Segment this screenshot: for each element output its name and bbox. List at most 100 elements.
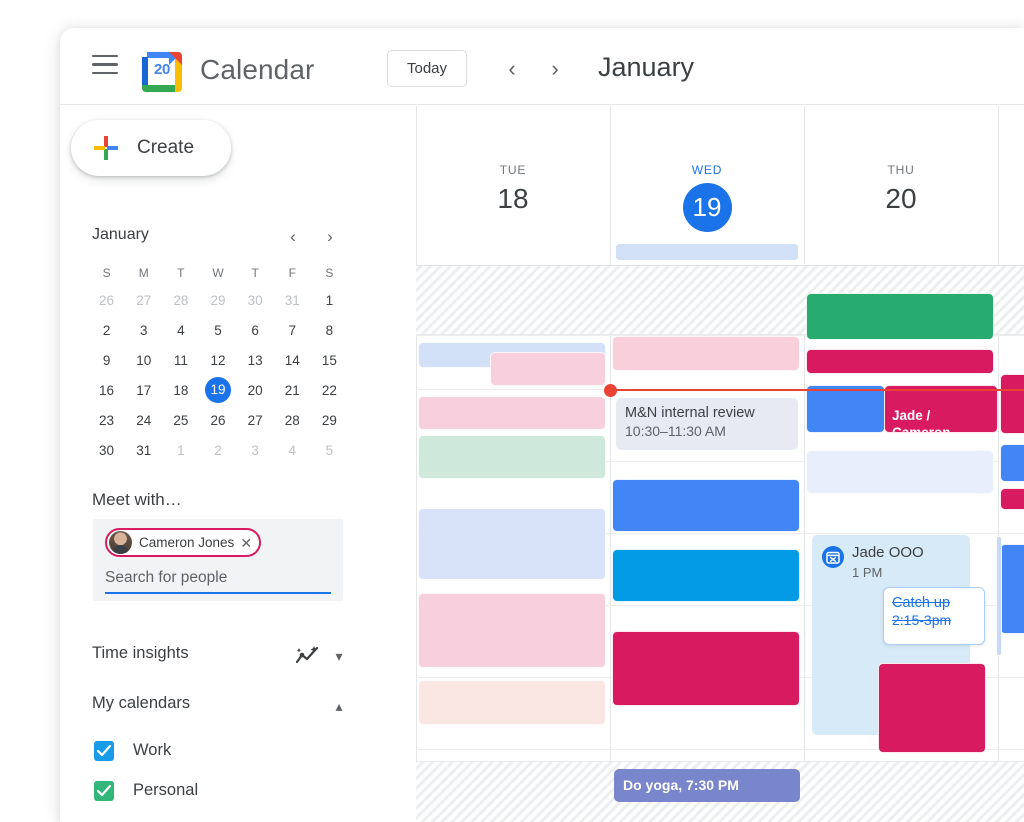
event-block[interactable] [1000, 488, 1024, 510]
event-block[interactable] [806, 450, 994, 494]
all-day-event-chip[interactable] [616, 244, 798, 260]
event-time: 1 PM [852, 565, 883, 580]
event-block[interactable] [418, 435, 606, 479]
mini-calendar-day[interactable]: 31 [274, 285, 311, 315]
event-block[interactable] [612, 631, 800, 706]
mini-calendar-day[interactable]: 17 [125, 375, 162, 405]
day-number: 18 [497, 183, 529, 214]
mini-calendar-day[interactable]: 25 [162, 405, 199, 435]
hamburger-menu-icon[interactable] [92, 55, 118, 75]
event-do-yoga[interactable]: Do yoga, 7:30 PM [614, 769, 800, 802]
event-time: 2:15-3pm [892, 612, 952, 628]
mini-calendar-next-icon[interactable]: › [317, 224, 343, 250]
mini-calendar-grid: S M T W T F S 26 27 28 29 30 31 1 2 3 4 5 6 7 8 9 10 11 12 13 14 15… [88, 261, 348, 465]
event-block[interactable] [612, 336, 800, 371]
event-block[interactable] [1000, 544, 1024, 634]
today-button[interactable]: Today [387, 50, 468, 87]
time-insights-label: Time insights [92, 644, 189, 662]
event-block[interactable] [490, 352, 606, 386]
event-jade-cameron[interactable]: Jade / Cameron [884, 385, 998, 433]
event-block[interactable] [418, 508, 606, 580]
mini-calendar-day[interactable]: 30 [237, 285, 274, 315]
mini-calendar-day[interactable]: 13 [237, 345, 274, 375]
checkbox-checked-icon[interactable] [94, 781, 114, 801]
search-for-people-input[interactable] [105, 564, 331, 594]
mini-calendar-day[interactable]: 28 [274, 405, 311, 435]
mini-calendar-weekday: W [212, 266, 224, 280]
checkbox-checked-icon[interactable] [94, 741, 114, 761]
event-block[interactable] [806, 349, 994, 374]
mini-calendar-day[interactable]: 27 [237, 405, 274, 435]
chevron-up-icon[interactable]: ▴ [328, 696, 350, 718]
day-of-week-label: WED [691, 163, 723, 177]
mini-calendar-day[interactable]: 22 [311, 375, 348, 405]
mini-calendar-prev-icon[interactable]: ‹ [280, 224, 306, 250]
calendar-icon-day: 20 [154, 61, 170, 78]
event-title: Catch up [892, 595, 951, 611]
mini-calendar-day[interactable]: 8 [311, 315, 348, 345]
mini-calendar-day[interactable]: 1 [311, 285, 348, 315]
mini-calendar-day[interactable]: 14 [274, 345, 311, 375]
event-title: Jade OOO [852, 544, 924, 561]
mini-calendar-day[interactable]: 27 [125, 285, 162, 315]
mini-calendar-day[interactable]: 30 [88, 435, 125, 465]
day-header-thu[interactable]: THU 20 [804, 106, 998, 215]
event-mn-internal-review[interactable]: M&N internal review 10:30–11:30 AM [616, 398, 798, 450]
mini-calendar-day[interactable]: 28 [162, 285, 199, 315]
mini-calendar-day[interactable]: 15 [311, 345, 348, 375]
calendar-item-personal[interactable]: Personal [94, 778, 314, 808]
create-button[interactable]: Create [71, 120, 231, 176]
calendar-item-work[interactable]: Work [94, 738, 314, 768]
event-title: Do yoga, 7:30 PM [623, 777, 739, 793]
mini-calendar-day[interactable]: 1 [162, 435, 199, 465]
mini-calendar-day[interactable]: 21 [274, 375, 311, 405]
chevron-left-icon[interactable]: ‹ [497, 54, 527, 84]
mini-calendar-day[interactable]: 29 [311, 405, 348, 435]
mini-calendar-day[interactable]: 24 [125, 405, 162, 435]
event-block[interactable] [612, 549, 800, 602]
mini-calendar-day[interactable]: 4 [162, 315, 199, 345]
event-block[interactable] [878, 663, 986, 753]
mini-calendar-day[interactable]: 3 [237, 435, 274, 465]
mini-calendar-day[interactable]: 5 [199, 315, 236, 345]
close-icon[interactable]: ✕ [240, 536, 252, 550]
mini-calendar-day[interactable]: 20 [237, 375, 274, 405]
day-header-wed[interactable]: WED 19 [610, 106, 804, 232]
event-block[interactable] [612, 479, 800, 532]
chevron-down-icon[interactable]: ▾ [328, 646, 350, 668]
mini-calendar-day[interactable]: 26 [88, 285, 125, 315]
mini-calendar-day[interactable]: 4 [274, 435, 311, 465]
mini-calendar-day[interactable]: 16 [88, 375, 125, 405]
person-chip-cameron-jones[interactable]: Cameron Jones ✕ [105, 528, 262, 557]
event-block[interactable] [418, 680, 606, 725]
mini-calendar-day[interactable]: 7 [274, 315, 311, 345]
event-block[interactable] [806, 385, 885, 433]
mini-calendar-day[interactable]: 2 [199, 435, 236, 465]
mini-calendar-day[interactable]: 29 [199, 285, 236, 315]
mini-calendar-day[interactable]: 12 [199, 345, 236, 375]
mini-calendar-day[interactable]: 9 [88, 345, 125, 375]
mini-calendar-day[interactable]: 5 [311, 435, 348, 465]
event-block[interactable] [418, 593, 606, 668]
event-block[interactable] [806, 293, 994, 340]
day-header-tue[interactable]: TUE 18 [416, 106, 610, 215]
mini-calendar-day[interactable]: 18 [162, 375, 199, 405]
mini-calendar-day[interactable]: 10 [125, 345, 162, 375]
mini-calendar-day[interactable]: 6 [237, 315, 274, 345]
google-calendar-icon[interactable]: 20 [142, 52, 182, 92]
mini-calendar-day[interactable]: 19 [199, 375, 236, 405]
mini-calendar-day[interactable]: 26 [199, 405, 236, 435]
event-block[interactable] [418, 396, 606, 430]
mini-calendar-day[interactable]: 11 [162, 345, 199, 375]
mini-calendar-day[interactable]: 31 [125, 435, 162, 465]
event-block[interactable] [1000, 444, 1024, 482]
time-insights-section[interactable]: Time insights ▾ [92, 644, 350, 672]
event-catch-up-declined[interactable]: Catch up 2:15-3pm [883, 587, 985, 645]
mini-calendar-day[interactable]: 23 [88, 405, 125, 435]
chevron-right-icon[interactable]: › [540, 54, 570, 84]
mini-calendar-day[interactable]: 3 [125, 315, 162, 345]
my-calendars-section[interactable]: My calendars ▴ [92, 694, 350, 722]
event-block[interactable] [1000, 374, 1024, 434]
mini-calendar-day[interactable]: 2 [88, 315, 125, 345]
event-block[interactable] [996, 536, 1002, 656]
